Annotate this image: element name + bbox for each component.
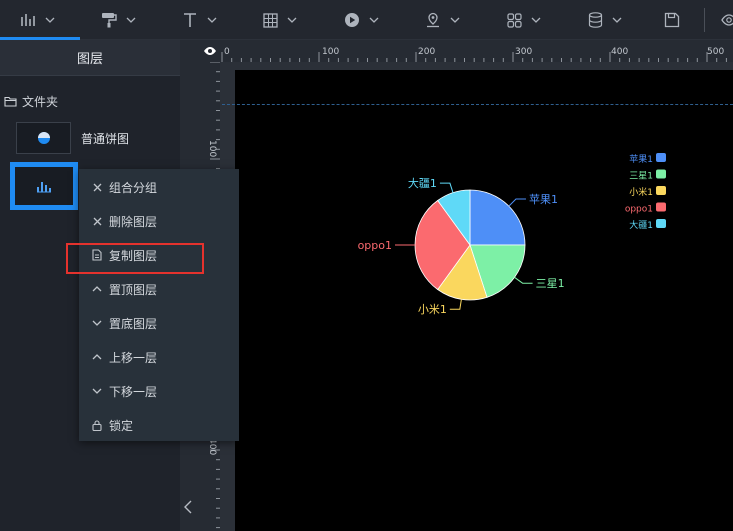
chevron-down-icon (287, 17, 297, 23)
close-icon (91, 217, 103, 226)
bar-chart-icon (37, 182, 51, 193)
legend-swatch[interactable] (656, 202, 666, 212)
legend-label: 大疆1 (629, 219, 653, 231)
top-toolbar (0, 0, 733, 40)
horizontal-ruler[interactable]: 0 100 200 300 400 500 (220, 40, 733, 62)
menu-item-label: 删除图层 (109, 214, 158, 229)
legend-swatch[interactable] (656, 153, 666, 162)
play-icon (345, 13, 359, 27)
legend-swatch[interactable] (656, 169, 666, 179)
chevron-down-icon (207, 17, 217, 23)
menu-item-send-to-bottom[interactable]: 置底图层 (79, 306, 239, 340)
ruler-visibility-toggle[interactable] (200, 41, 220, 61)
save-icon (664, 12, 680, 28)
pie-data-label: 大疆1 (408, 176, 437, 190)
menu-item-move-up[interactable]: 上移一层 (79, 340, 239, 374)
layers-panel-title: 图层 (0, 40, 180, 76)
legend-swatch[interactable] (656, 219, 666, 228)
ruler-ticks (221, 52, 727, 62)
eye-icon (721, 14, 733, 26)
pie-slice[interactable] (469, 189, 526, 246)
ruler-label: 100 (207, 140, 217, 158)
chevron-up-icon (91, 354, 103, 360)
eye-icon (204, 47, 216, 55)
legend-label: oppo1 (625, 205, 653, 215)
chevron-down-icon (91, 388, 103, 394)
folder-label: 文件夹 (22, 94, 59, 109)
pie-label-line (449, 299, 462, 310)
table-tool[interactable] (263, 0, 297, 40)
chevron-left-icon (184, 500, 192, 514)
chevron-down-icon (450, 17, 460, 23)
ruler-label: 500 (707, 47, 725, 57)
menu-item-label: 置底图层 (109, 316, 158, 331)
ruler-label: 200 (418, 47, 436, 57)
chevron-down-icon (531, 17, 541, 23)
close-icon (91, 183, 103, 192)
menu-item-bring-to-top[interactable]: 置顶图层 (79, 272, 239, 306)
layer-item-bar-chart[interactable] (10, 162, 78, 210)
bar-chart-icon (21, 14, 35, 26)
pie-data-label: 小米1 (418, 303, 447, 316)
folder-icon (4, 96, 17, 107)
menu-item-label: 置顶图层 (109, 282, 158, 297)
lock-icon (91, 419, 103, 431)
ruler-label: 0 (224, 47, 230, 57)
pie-label-line (439, 182, 454, 193)
layer-label: 普通饼图 (81, 131, 130, 146)
chevron-down-icon (126, 17, 136, 23)
table-icon (263, 12, 278, 28)
menu-item-label: 锁定 (109, 418, 134, 433)
pie-data-label: 苹果1 (529, 192, 558, 206)
pie-label-line (508, 198, 526, 207)
decoration-tool[interactable] (101, 0, 136, 40)
save-tool[interactable] (664, 0, 680, 40)
layer-item-pie-chart[interactable]: 普通饼图 (16, 122, 129, 154)
text-icon (184, 13, 196, 27)
layer-thumbnail (16, 122, 71, 154)
preview-tool[interactable] (721, 0, 733, 40)
menu-item-lock[interactable]: 锁定 (79, 408, 239, 442)
collapse-panel-button[interactable] (184, 499, 192, 518)
ruler-label: 100 (322, 47, 340, 57)
legend-label: 三星1 (629, 171, 653, 182)
paint-roller-icon (102, 13, 117, 28)
chevron-up-icon (91, 286, 103, 292)
legend-label: 苹果1 (629, 153, 653, 165)
legend-swatch[interactable] (656, 186, 666, 195)
pie-chart[interactable]: 苹果1 三星1 小米1 oppo1 大疆1 苹果1 三星1 小米1 oppo1 大疆1 (235, 70, 733, 531)
menu-item-label: 组合分组 (109, 180, 158, 195)
chevron-down-icon (369, 17, 379, 23)
menu-item-group[interactable]: 组合分组 (79, 170, 239, 204)
pie-data-label: 三星1 (536, 277, 565, 290)
folder-item[interactable]: 文件夹 (4, 92, 58, 110)
toolbar-divider (704, 8, 705, 32)
component-tool[interactable] (507, 0, 541, 40)
ruler-label: 400 (611, 47, 629, 57)
menu-item-label: 上移一层 (109, 350, 158, 365)
pie-label-line (514, 276, 533, 284)
chevron-down-icon (91, 320, 103, 326)
text-tool[interactable] (182, 0, 217, 40)
chart-tool[interactable] (20, 0, 55, 40)
media-tool[interactable] (344, 0, 379, 40)
map-pin-icon (427, 12, 439, 28)
data-tool[interactable] (588, 0, 622, 40)
editor-screen: 图层 文件夹 普通饼图 0 100 200 300 400 500 100 40… (0, 0, 733, 531)
grid-icon (507, 12, 522, 28)
database-icon (588, 12, 603, 28)
ruler-label: 300 (515, 47, 533, 57)
legend-label: 小米1 (629, 186, 653, 198)
pie-chart-icon (37, 132, 50, 144)
menu-item-move-down[interactable]: 下移一层 (79, 374, 239, 408)
map-tool[interactable] (425, 0, 460, 40)
layer-context-menu: 组合分组 删除图层 复制图层 置顶图层 置底图层 上移一层 下移一层 锁定 (79, 169, 239, 441)
menu-item-label: 下移一层 (109, 384, 158, 399)
menu-item-delete-layer[interactable]: 删除图层 (79, 204, 239, 238)
chevron-down-icon (612, 17, 622, 23)
pie-data-label: oppo1 (358, 239, 392, 252)
highlight-annotation (66, 243, 204, 274)
chevron-down-icon (45, 17, 55, 23)
